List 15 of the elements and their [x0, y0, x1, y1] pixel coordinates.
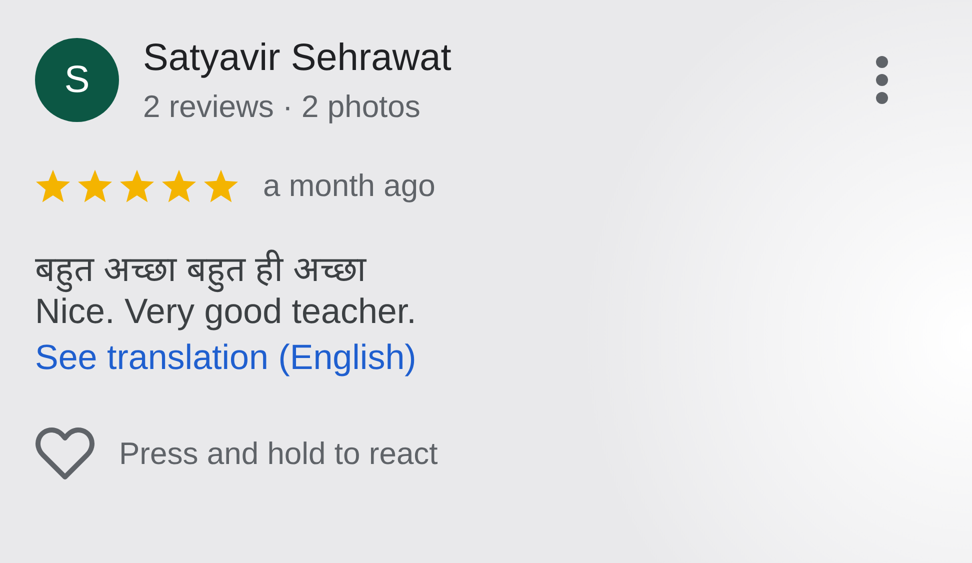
star-icon — [203, 169, 239, 204]
star-icon — [77, 169, 113, 204]
heart-icon[interactable] — [35, 427, 95, 482]
star-icon — [119, 169, 155, 204]
more-options-icon[interactable] — [875, 56, 889, 104]
review-time: a month ago — [263, 166, 436, 205]
avatar: S — [35, 38, 119, 122]
see-translation-link[interactable]: See translation (English) — [35, 337, 416, 380]
reaction-hint: Press and hold to react — [119, 435, 438, 474]
review-text: बहुत अच्छा बहुत ही अच्छा — [35, 249, 937, 292]
star-icon — [161, 169, 197, 204]
star-icon — [35, 169, 71, 204]
reviewer-stats: 2 reviews · 2 photos — [143, 88, 422, 125]
reviewer-name[interactable]: Satyavir Sehrawat — [143, 36, 875, 82]
review-text: Nice. Very good teacher. — [35, 292, 418, 334]
